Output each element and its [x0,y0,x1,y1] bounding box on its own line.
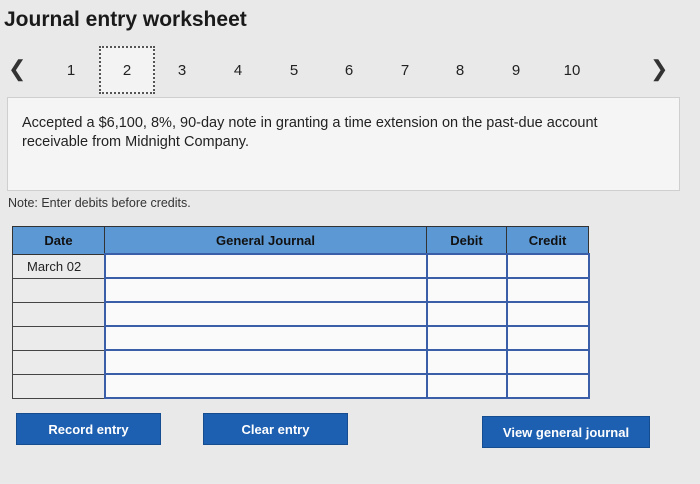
credit-input[interactable] [507,279,588,301]
instruction-note: Note: Enter debits before credits. [8,196,191,210]
debit-input[interactable] [427,255,506,277]
credit-input-cell[interactable] [505,277,590,303]
transaction-description-box: Accepted a $6,100, 8%, 90-day note in gr… [7,97,680,191]
account-input[interactable] [105,255,426,277]
credit-input-cell[interactable] [505,301,590,327]
table-row [12,349,590,375]
account-input-cell[interactable] [103,325,428,351]
page-7-link[interactable]: 7 [393,62,417,79]
page-6-link[interactable]: 6 [337,62,361,79]
date-cell [12,301,105,327]
table-row [12,325,590,351]
debit-input-cell[interactable] [425,253,508,279]
debit-input[interactable] [427,303,506,325]
account-input-cell[interactable] [103,277,428,303]
date-cell: March 02 [12,253,105,279]
credit-input[interactable] [507,303,588,325]
credit-input-cell[interactable] [505,349,590,375]
page-9-link[interactable]: 9 [504,62,528,79]
debit-input-cell[interactable] [425,349,508,375]
page-navigation: ❮ 1 2 3 4 5 6 7 8 9 10 ❯ [0,44,700,104]
page-2-link[interactable]: 2 [115,62,139,79]
date-cell [12,349,105,375]
date-cell [12,277,105,303]
debit-input[interactable] [427,351,506,373]
account-input[interactable] [105,327,426,349]
account-input[interactable] [105,351,426,373]
credit-input[interactable] [507,255,588,277]
credit-input-cell[interactable] [505,373,590,399]
table-row [12,277,590,303]
date-column-header: Date [12,226,105,255]
worksheet-title: Journal entry worksheet [4,8,247,31]
page-4-link[interactable]: 4 [226,62,250,79]
chevron-left-icon[interactable]: ❮ [8,58,26,80]
account-input[interactable] [105,303,426,325]
account-input-cell[interactable] [103,349,428,375]
credit-input[interactable] [507,327,588,349]
table-header-row: Date General Journal Debit Credit [12,226,589,255]
date-cell [12,373,105,399]
page-3-link[interactable]: 3 [170,62,194,79]
debit-input[interactable] [427,375,506,397]
account-input[interactable] [105,375,426,397]
page-8-link[interactable]: 8 [448,62,472,79]
debit-column-header: Debit [426,226,507,255]
account-input-cell[interactable] [103,373,428,399]
debit-input-cell[interactable] [425,373,508,399]
view-general-journal-button[interactable]: View general journal [482,416,650,448]
transaction-description: Accepted a $6,100, 8%, 90-day note in gr… [22,115,598,150]
credit-input-cell[interactable] [505,325,590,351]
credit-input[interactable] [507,375,588,397]
journal-entry-table: Date General Journal Debit Credit March … [12,226,590,399]
debit-input[interactable] [427,279,506,301]
debit-input-cell[interactable] [425,277,508,303]
date-cell [12,325,105,351]
table-row [12,373,590,399]
credit-column-header: Credit [506,226,589,255]
page-1-link[interactable]: 1 [59,62,83,79]
page-5-link[interactable]: 5 [282,62,306,79]
account-input-cell[interactable] [103,253,428,279]
page-10-link[interactable]: 10 [560,62,584,79]
debit-input-cell[interactable] [425,301,508,327]
clear-entry-button[interactable]: Clear entry [203,413,348,445]
account-input-cell[interactable] [103,301,428,327]
table-row [12,301,590,327]
chevron-right-icon[interactable]: ❯ [650,58,668,80]
record-entry-button[interactable]: Record entry [16,413,161,445]
table-row: March 02 [12,253,590,279]
debit-input[interactable] [427,327,506,349]
credit-input[interactable] [507,351,588,373]
credit-input-cell[interactable] [505,253,590,279]
debit-input-cell[interactable] [425,325,508,351]
general-journal-column-header: General Journal [104,226,427,255]
account-input[interactable] [105,279,426,301]
